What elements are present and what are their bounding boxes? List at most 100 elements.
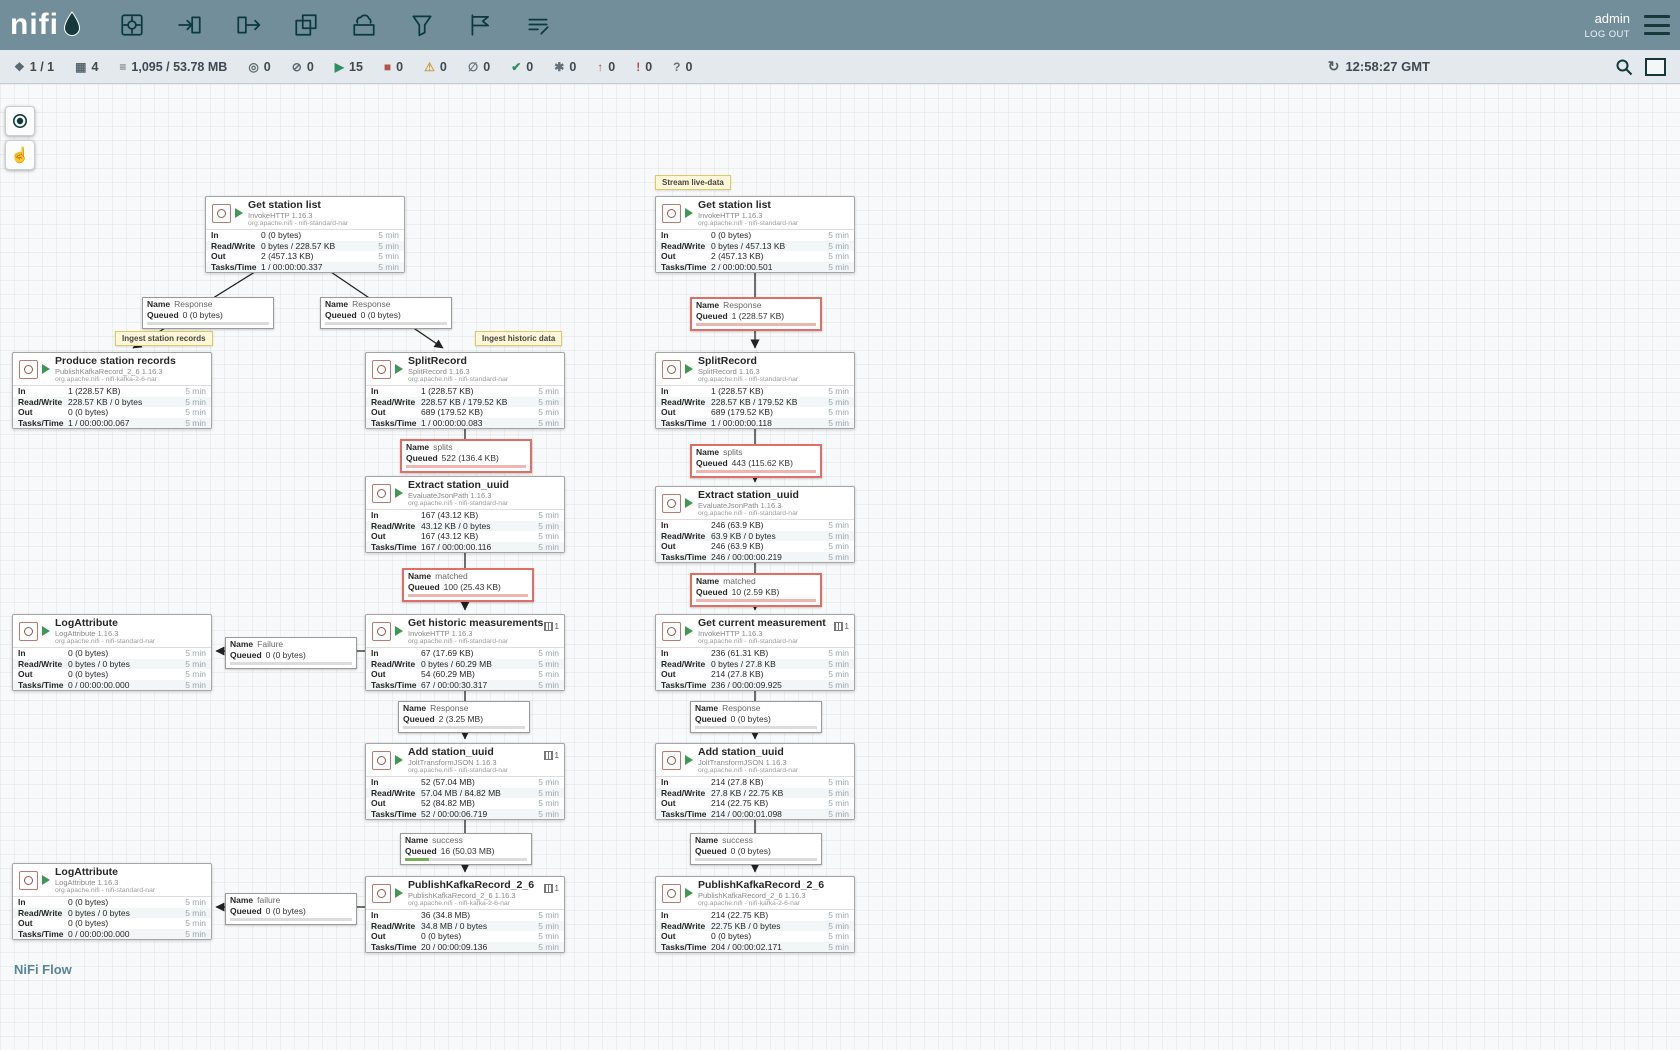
processor[interactable]: Extract station_uuid EvaluateJsonPath 1.…: [655, 486, 855, 563]
connection-label[interactable]: NameResponse Queued0 (0 bytes): [690, 701, 822, 733]
pan-tool-button[interactable]: ☝: [5, 140, 35, 170]
run-state-running-icon: [685, 755, 693, 765]
connection-label[interactable]: Namematched Queued10 (2.59 KB): [690, 573, 822, 607]
stat-label: Out: [18, 669, 68, 680]
label-icon[interactable]: [523, 10, 553, 40]
birdseye-toggle-icon[interactable]: [1645, 58, 1666, 76]
status-stale: ↑0: [597, 60, 615, 74]
breadcrumb[interactable]: NiFi Flow: [14, 962, 72, 977]
queue-size-bar: [230, 918, 352, 921]
connection-label[interactable]: Namefailure Queued0 (0 bytes): [225, 893, 357, 925]
run-state-running-icon: [235, 208, 243, 218]
status-locally-modified-stale: !0: [636, 60, 652, 74]
status-stopped: ■0: [384, 60, 403, 74]
funnel-icon[interactable]: [407, 10, 437, 40]
connection-name-key: Name: [230, 895, 253, 905]
stat-value: 0 / 00:00:00.000: [68, 680, 185, 691]
status-disabled-count: 0: [483, 60, 490, 74]
processor[interactable]: Produce station records PublishKafkaReco…: [12, 352, 212, 429]
processor-header: Extract station_uuid EvaluateJsonPath 1.…: [656, 487, 854, 519]
connection-label[interactable]: NameResponse Queued0 (0 bytes): [142, 297, 274, 329]
flow-canvas[interactable]: Ingest station records Ingest historic da…: [0, 84, 1680, 1050]
connection-queued: 522 (136.4 KB): [442, 453, 499, 463]
queue-size-bar: [403, 726, 525, 729]
connection-label[interactable]: Namematched Queued100 (25.43 KB): [402, 568, 534, 602]
processor[interactable]: Add station_uuid JoltTransformJSON 1.16.…: [365, 743, 565, 820]
refresh-icon[interactable]: ↻: [1328, 58, 1340, 75]
output-port-icon[interactable]: [233, 10, 263, 40]
processor[interactable]: Get current measurement InvokeHTTP 1.16.…: [655, 614, 855, 691]
processor-header: Get station list InvokeHTTP 1.16.3 org.a…: [656, 197, 854, 229]
connection-label[interactable]: NameResponse Queued2 (3.25 MB): [398, 701, 530, 733]
stat-label: In: [661, 648, 711, 659]
stat-row-tasks-time: Tasks/Time2 / 00:00:00.5015 min: [656, 262, 854, 273]
processor-name: PublishKafkaRecord_2_6: [698, 880, 854, 891]
connection-label[interactable]: Namesplits Queued443 (115.62 KB): [690, 444, 822, 478]
connection-label[interactable]: Namesuccess Queued0 (0 bytes): [690, 833, 822, 865]
connection-queued: 1 (228.57 KB): [732, 311, 784, 321]
connection-queued: 100 (25.43 KB): [444, 582, 501, 592]
connection-name: success: [722, 835, 753, 845]
stat-window: 5 min: [538, 910, 559, 921]
stat-window: 5 min: [538, 531, 559, 542]
threads-icon: [834, 622, 843, 631]
processor-stats: In36 (34.8 MB)5 min Read/Write34.8 MB / …: [366, 909, 564, 952]
flow-label[interactable]: Stream live-data: [655, 175, 731, 190]
connection-label[interactable]: Namesplits Queued522 (136.4 KB): [400, 439, 532, 473]
connection-queued-key: Queued: [696, 458, 728, 468]
stat-row-in: In52 (57.04 MB)5 min: [366, 777, 564, 788]
processor[interactable]: Extract station_uuid EvaluateJsonPath 1.…: [365, 476, 565, 553]
processor-type-icon: [662, 751, 681, 770]
stat-label: Tasks/Time: [371, 680, 421, 691]
connection-label[interactable]: NameResponse Queued1 (228.57 KB): [690, 297, 822, 331]
stat-label: Read/Write: [661, 241, 711, 252]
processor-name: LogAttribute: [55, 867, 211, 878]
processor[interactable]: Get station list InvokeHTTP 1.16.3 org.a…: [205, 196, 405, 273]
stat-value: 0 bytes / 0 bytes: [68, 659, 185, 670]
stat-value: 0 (0 bytes): [68, 407, 185, 418]
sync-failure-icon: ?: [673, 60, 680, 74]
processor[interactable]: SplitRecord SplitRecord 1.16.3 org.apach…: [655, 352, 855, 429]
status-disabled: ∅0: [468, 60, 490, 74]
active-threads-badge: 1: [544, 622, 559, 631]
processor-type-icon: [19, 622, 38, 641]
processor[interactable]: PublishKafkaRecord_2_6 PublishKafkaRecor…: [365, 876, 565, 953]
flow-label[interactable]: Ingest station records: [115, 331, 213, 346]
processor[interactable]: LogAttribute LogAttribute 1.16.3 org.apa…: [12, 863, 212, 940]
connection-label[interactable]: NameFailure Queued0 (0 bytes): [225, 637, 357, 669]
connection-name: Response: [722, 703, 760, 713]
nifi-logo-text: nifi: [10, 10, 59, 40]
queue-size-bar: [695, 726, 817, 729]
processor[interactable]: PublishKafkaRecord_2_6 PublishKafkaRecor…: [655, 876, 855, 953]
stat-window: 5 min: [828, 680, 849, 691]
queued-icon: ≡: [119, 60, 126, 74]
global-menu-button[interactable]: [1644, 13, 1670, 37]
processor[interactable]: LogAttribute LogAttribute 1.16.3 org.apa…: [12, 614, 212, 691]
stat-label: Out: [18, 918, 68, 929]
process-group-icon[interactable]: [291, 10, 321, 40]
processor[interactable]: SplitRecord SplitRecord 1.16.3 org.apach…: [365, 352, 565, 429]
processor-icon[interactable]: [117, 10, 147, 40]
flow-label[interactable]: Ingest historic data: [475, 331, 562, 346]
stat-value: 57.04 MB / 84.82 MB: [421, 788, 538, 799]
birdseye-button[interactable]: [5, 106, 35, 136]
stat-row-read-write: Read/Write43.12 KB / 0 bytes5 min: [366, 521, 564, 532]
stat-label: Read/Write: [18, 908, 68, 919]
connection-name-key: Name: [230, 639, 253, 649]
stat-label: Out: [371, 407, 421, 418]
connection-queued-key: Queued: [325, 310, 357, 320]
processor[interactable]: Get historic measurements InvokeHTTP 1.1…: [365, 614, 565, 691]
processor[interactable]: Add station_uuid JoltTransformJSON 1.16.…: [655, 743, 855, 820]
stat-value: 228.57 KB / 179.52 KB: [711, 397, 828, 408]
connection-label[interactable]: NameResponse Queued0 (0 bytes): [320, 297, 452, 329]
search-icon[interactable]: [1615, 58, 1633, 76]
stat-window: 5 min: [828, 397, 849, 408]
input-port-icon[interactable]: [175, 10, 205, 40]
logout-link[interactable]: LOG OUT: [1584, 29, 1630, 40]
status-invalid: ⚠0: [424, 60, 447, 74]
processor[interactable]: Get station list InvokeHTTP 1.16.3 org.a…: [655, 196, 855, 273]
template-icon[interactable]: [465, 10, 495, 40]
stat-label: Read/Write: [661, 659, 711, 670]
connection-label[interactable]: Namesuccess Queued16 (50.03 MB): [400, 833, 532, 865]
remote-process-group-icon[interactable]: [349, 10, 379, 40]
